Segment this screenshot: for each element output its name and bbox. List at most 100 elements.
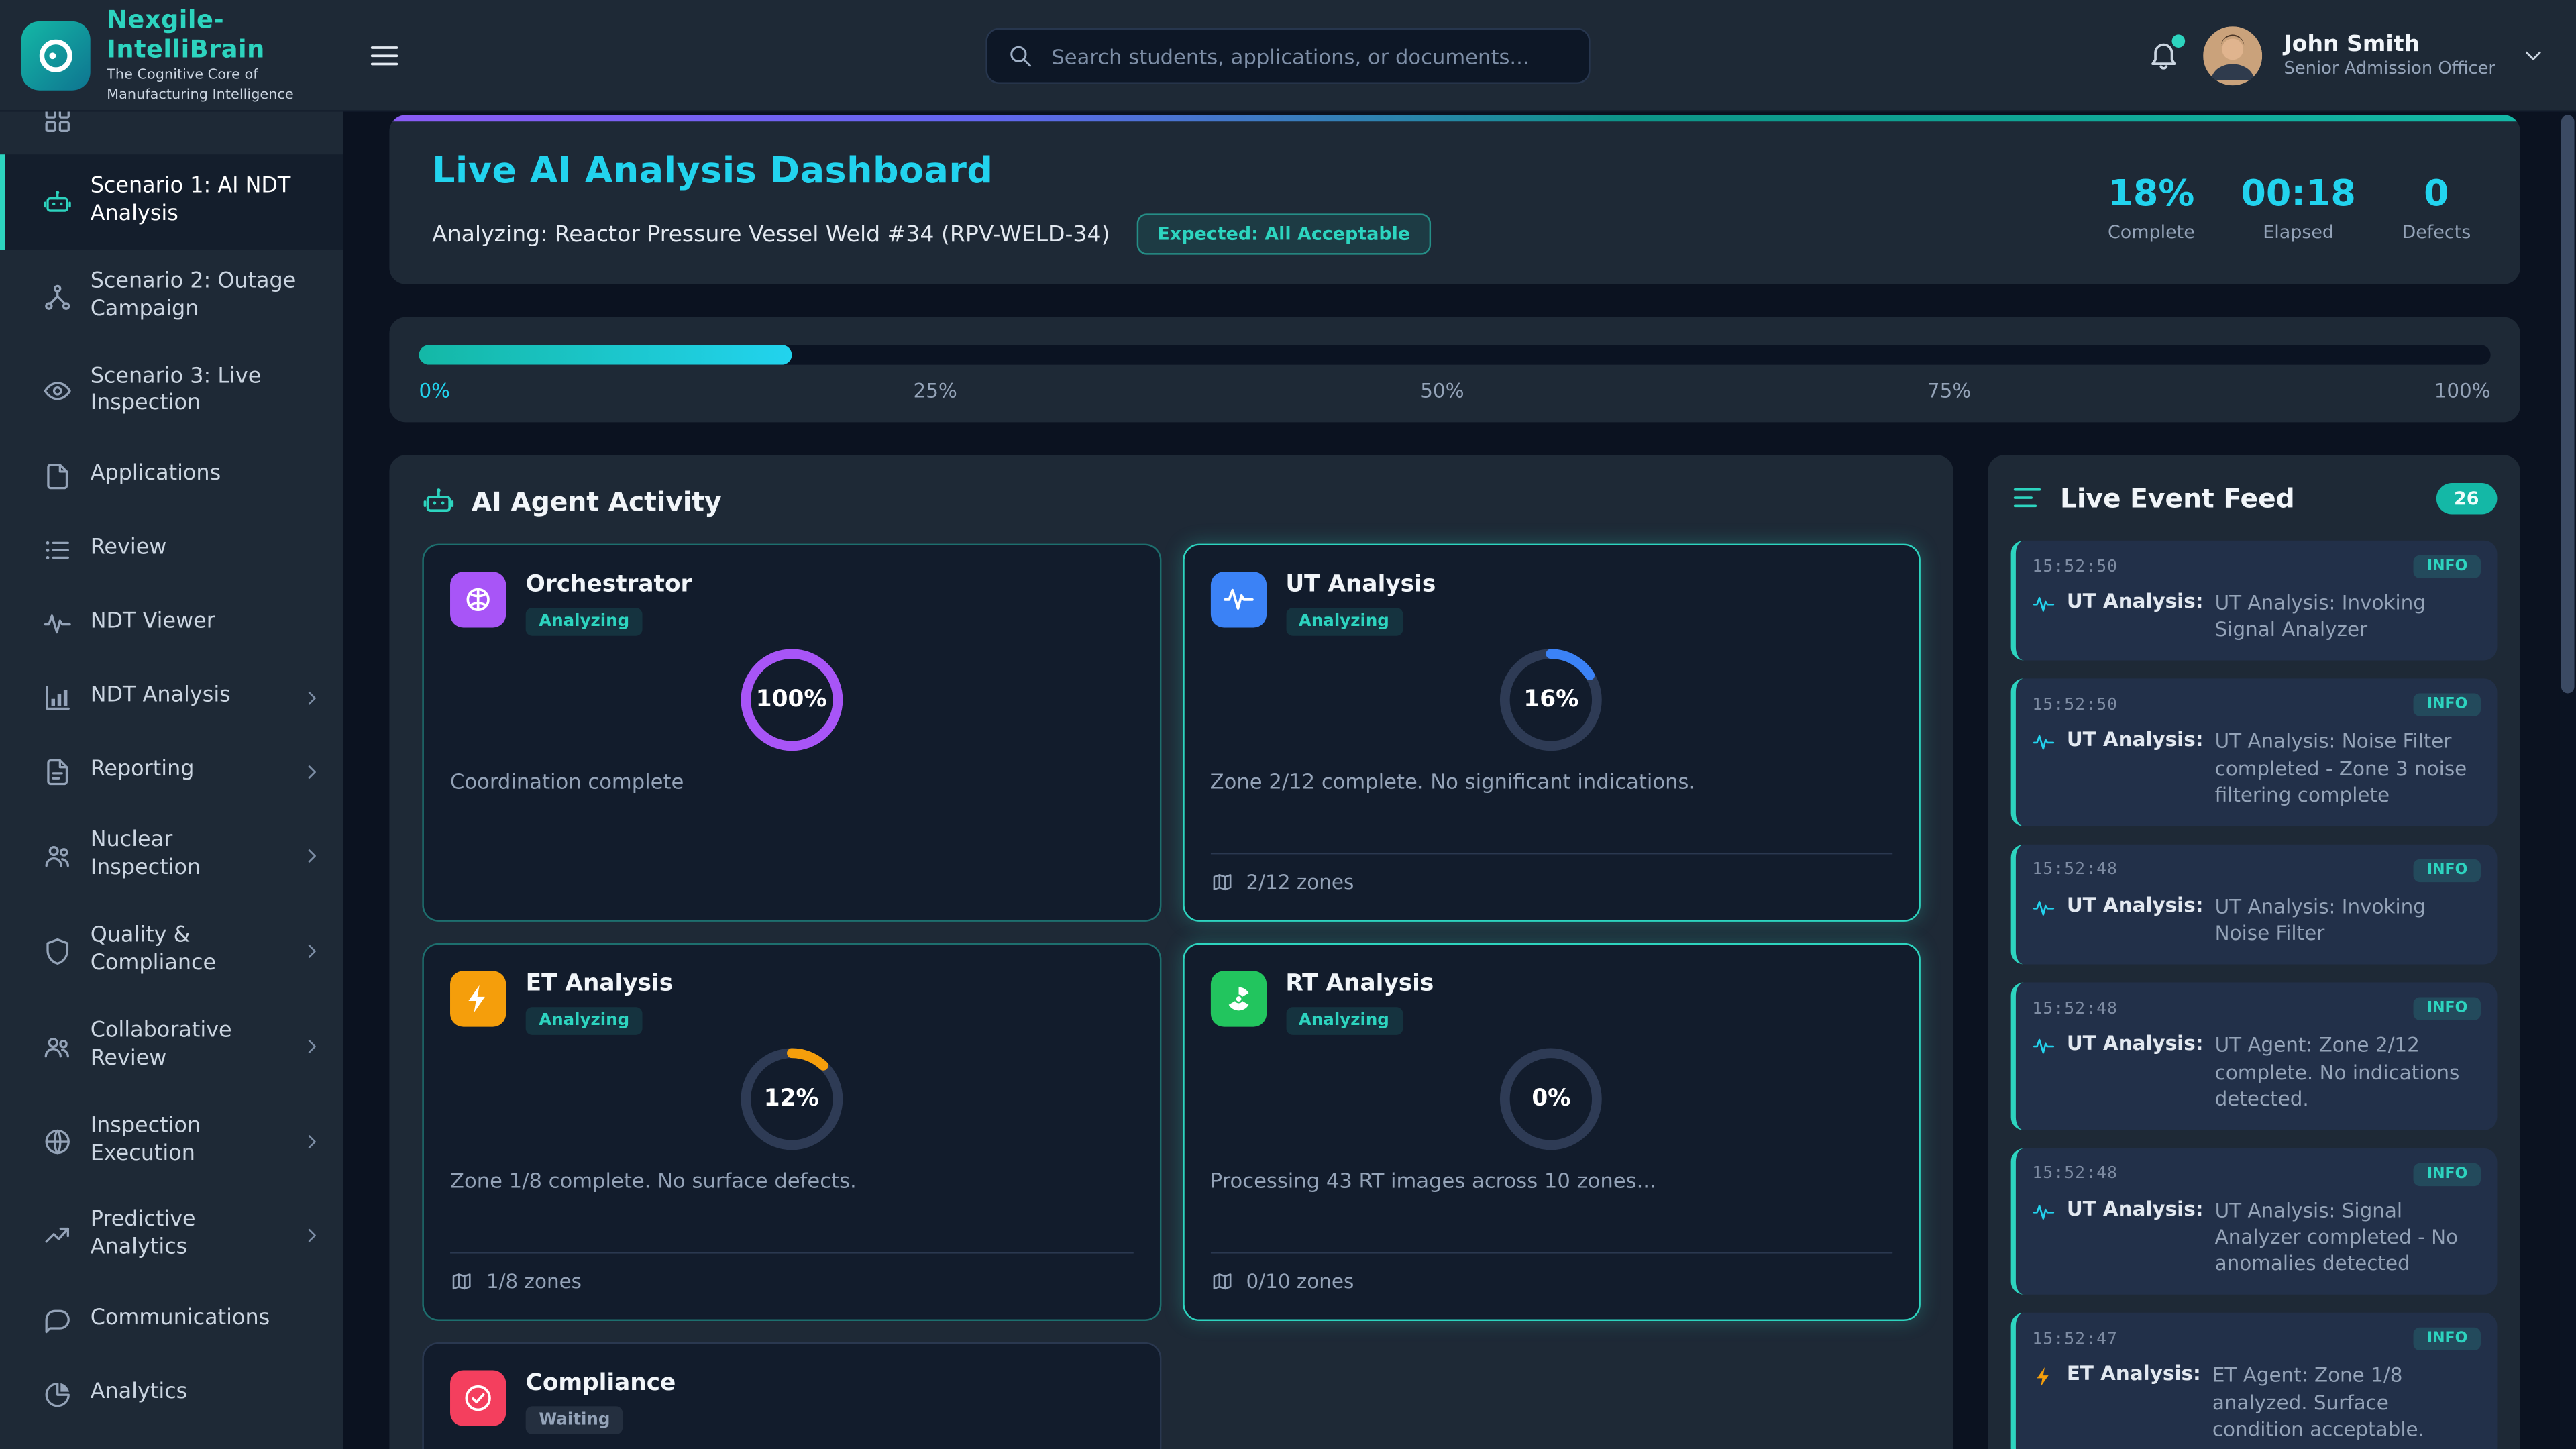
orchestrator-icon [450, 572, 506, 627]
sidebar-item-partial[interactable] [0, 112, 343, 155]
search-bar[interactable] [985, 28, 1590, 84]
search-icon [1007, 43, 1033, 69]
chevron-right-icon [301, 940, 323, 963]
sidebar-item-ndt-analysis[interactable]: NDT Analysis [0, 661, 343, 735]
chevron-right-icon [301, 845, 323, 867]
agent-zones-label: 1/8 zones [486, 1270, 582, 1293]
event-time: 15:52:50 [2032, 696, 2118, 714]
sidebar-item-communications[interactable]: Communications [0, 1283, 343, 1357]
feed-title: Live Event Feed [2060, 482, 2295, 514]
sidebar-item-collaborative-review[interactable]: Collaborative Review [0, 999, 343, 1094]
event-item[interactable]: 15:52:47 INFO ET Analysis: ET Agent: Zon… [2011, 1313, 2498, 1449]
search-input[interactable] [1048, 42, 1568, 70]
sidebar-item-scenario-3-live-inspection[interactable]: Scenario 3: Live Inspection [0, 344, 343, 439]
sidebar-item-predictive-analytics[interactable]: Predictive Analytics [0, 1189, 343, 1284]
sidebar-item-analytics[interactable]: Analytics [0, 1357, 343, 1431]
chevron-down-icon[interactable] [2520, 42, 2546, 68]
sidebar-item-settings[interactable]: Settings [0, 1432, 343, 1449]
robot-icon [422, 484, 455, 517]
sidebar-item-reporting[interactable]: Reporting [0, 735, 343, 809]
sidebar-item-quality-compliance[interactable]: Quality & Compliance [0, 904, 343, 999]
logo-icon [21, 21, 91, 90]
event-message: UT Analysis: Invoking Signal Analyzer [2215, 590, 2481, 643]
stat-value: 00:18 [2241, 174, 2356, 215]
agent-activity-panel: AI Agent Activity Orchestrator Analyzing… [389, 455, 1953, 1449]
sidebar-item-ndt-viewer[interactable]: NDT Viewer [0, 587, 343, 661]
user-avatar[interactable] [2204, 25, 2263, 85]
event-source: ET Analysis: [2067, 1362, 2201, 1388]
event-source: UT Analysis: [2067, 1032, 2204, 1058]
event-item[interactable]: 15:52:48 INFO UT Analysis: UT Analysis: … [2011, 845, 2498, 965]
agent-name: Compliance [526, 1370, 676, 1396]
sidebar-item-inspection-execution[interactable]: Inspection Execution [0, 1093, 343, 1189]
report-icon [43, 757, 72, 787]
event-source: UT Analysis: [2067, 894, 2204, 919]
stat-defects: 0 Defects [2402, 174, 2471, 244]
agent-activity-title: AI Agent Activity [472, 486, 722, 517]
event-time: 15:52:48 [2032, 861, 2118, 879]
event-time: 15:52:50 [2032, 557, 2118, 576]
sidebar-item-nuclear-inspection[interactable]: Nuclear Inspection [0, 809, 343, 904]
agent-percent: 0% [1499, 1046, 1604, 1152]
feed-icon [2011, 482, 2044, 515]
chat-icon [43, 1305, 72, 1335]
agent-status-badge: Analyzing [526, 1007, 643, 1035]
chevron-right-icon [301, 1130, 323, 1152]
user-role: Senior Admission Officer [2284, 59, 2496, 78]
brand[interactable]: Nexgile-IntelliBrain The Cognitive Core … [0, 5, 343, 104]
scrollbar-thumb[interactable] [2561, 115, 2575, 693]
map-icon [1210, 871, 1233, 894]
event-source: UT Analysis: [2067, 590, 2204, 615]
chevron-right-icon [301, 1224, 323, 1247]
agent-status-badge: Analyzing [1285, 608, 1402, 636]
agent-progress-ring: 100% [739, 647, 844, 753]
agent-name: RT Analysis [1285, 971, 1434, 997]
event-item[interactable]: 15:52:48 INFO UT Analysis: UT Agent: Zon… [2011, 983, 2498, 1130]
event-level-badge: INFO [2414, 555, 2481, 578]
waveform-icon [1210, 572, 1266, 627]
analysis-subject: Analyzing: Reactor Pressure Vessel Weld … [432, 221, 1110, 247]
event-level-badge: INFO [2414, 859, 2481, 882]
event-time: 15:52:48 [2032, 1000, 2118, 1018]
waveform-icon [43, 609, 72, 639]
stat-label: Elapsed [2241, 222, 2356, 244]
grid-icon [43, 112, 72, 135]
progress-tick: 50% [1420, 380, 1464, 402]
stat-elapsed: 00:18 Elapsed [2241, 174, 2356, 244]
sidebar-item-review[interactable]: Review [0, 513, 343, 587]
agent-progress-ring: 0% [1499, 1046, 1604, 1152]
menu-icon[interactable] [368, 39, 401, 72]
progress-tick: 100% [2434, 380, 2491, 402]
notifications-button[interactable] [2146, 37, 2182, 73]
agent-percent: 100% [739, 647, 844, 753]
app-root: Nexgile-IntelliBrain The Cognitive Core … [0, 0, 2576, 1449]
checklist-icon [43, 535, 72, 565]
scrollbar[interactable] [2560, 112, 2576, 1449]
event-item[interactable]: 15:52:50 INFO UT Analysis: UT Analysis: … [2011, 541, 2498, 661]
globe-icon [43, 1126, 72, 1156]
progress-card: 0%25%50%75%100% [389, 317, 2520, 423]
check-icon [450, 1370, 506, 1426]
page-title: Live AI Analysis Dashboard [432, 151, 1432, 192]
map-icon [1210, 1270, 1233, 1293]
agent-percent: 16% [1499, 647, 1604, 753]
event-item[interactable]: 15:52:50 INFO UT Analysis: UT Analysis: … [2011, 679, 2498, 826]
event-message: UT Agent: Zone 2/12 complete. No indicat… [2215, 1032, 2481, 1112]
stat-label: Complete [2108, 222, 2195, 244]
progress-tick: 0% [419, 380, 450, 402]
sidebar-item-scenario-1-ai-ndt-analysis[interactable]: Scenario 1: AI NDT Analysis [0, 154, 343, 250]
agent-card-rt-analysis: RT Analysis Analyzing 0% Processing 43 R… [1182, 943, 1921, 1321]
sidebar-item-applications[interactable]: Applications [0, 439, 343, 513]
main-content: Live AI Analysis Dashboard Analyzing: Re… [343, 112, 2576, 1449]
trend-icon [43, 1221, 72, 1250]
document-icon [43, 462, 72, 491]
sidebar-item-scenario-2-outage-campaign[interactable]: Scenario 2: Outage Campaign [0, 250, 343, 345]
event-level-badge: INFO [2414, 1328, 2481, 1351]
waveform-icon [2032, 897, 2055, 920]
event-item[interactable]: 15:52:48 INFO UT Analysis: UT Analysis: … [2011, 1148, 2498, 1295]
notification-dot [2172, 34, 2186, 47]
event-message: UT Analysis: Invoking Noise Filter [2215, 894, 2481, 947]
agent-status-badge: Analyzing [526, 608, 643, 636]
sidebar: Scenario 1: AI NDT Analysis Scenario 2: … [0, 112, 343, 1449]
network-icon [43, 282, 72, 311]
